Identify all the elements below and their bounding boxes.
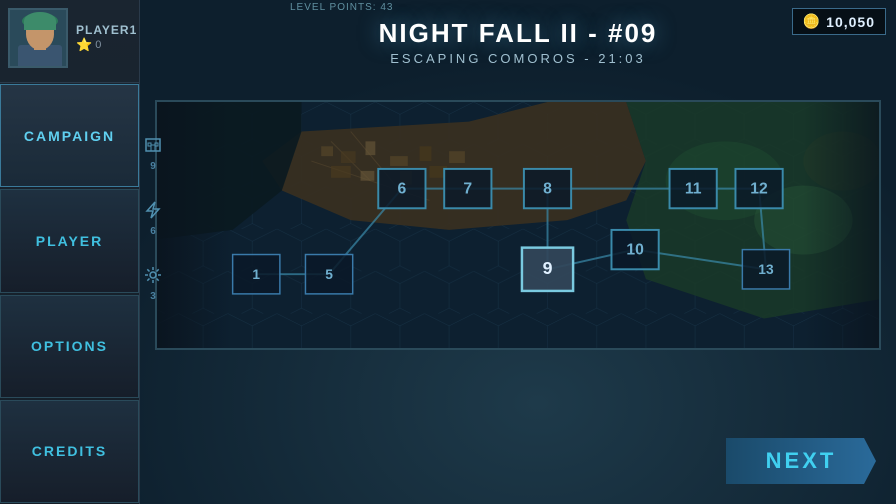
avatar — [8, 8, 68, 68]
svg-text:7: 7 — [463, 181, 472, 198]
rank-icon: ⭐ — [76, 37, 92, 53]
stat-energy: 6 — [138, 200, 168, 237]
svg-text:12: 12 — [750, 181, 768, 198]
svg-text:6: 6 — [398, 181, 407, 198]
player-info: PLAYER1 ⭐ 0 — [76, 23, 137, 53]
svg-text:9: 9 — [543, 258, 553, 278]
svg-text:5: 5 — [325, 267, 333, 282]
sidebar: PLAYER1 ⭐ 0 CAMPAIGN PLAYER OPTIONS CRED… — [0, 0, 140, 504]
currency-icon: 🪙 — [803, 13, 820, 30]
mission-title: NIGHT FALL II - #09 — [140, 18, 896, 49]
energy-value: 6 — [150, 226, 156, 237]
level-points: LEVEL POINTS: 43 — [290, 2, 393, 13]
rank-value: 0 — [95, 39, 101, 51]
gear-value: 3 — [150, 291, 156, 302]
currency-display: 🪙 10,050 — [792, 8, 886, 35]
stat-buildings: 9 — [138, 135, 168, 172]
player-header: PLAYER1 ⭐ 0 — [8, 8, 131, 68]
svg-text:1: 1 — [252, 267, 260, 282]
sidebar-item-credits[interactable]: CREDITS — [0, 400, 139, 503]
player-name: PLAYER1 — [76, 23, 137, 37]
svg-text:10: 10 — [626, 242, 644, 259]
buildings-value: 9 — [150, 161, 156, 172]
avatar-image — [10, 10, 68, 68]
main-content: LEVEL POINTS: 43 🪙 10,050 NIGHT FALL II … — [140, 0, 896, 504]
player-rank: ⭐ 0 — [76, 37, 137, 53]
map-container: 1 5 6 7 8 9 10 11 12 — [155, 100, 881, 350]
stat-indicators: 9 6 3 — [138, 135, 168, 302]
sidebar-item-options[interactable]: OPTIONS — [0, 295, 139, 398]
stat-gear: 3 — [138, 265, 168, 302]
next-button[interactable]: NEXT — [726, 438, 876, 484]
player-section: PLAYER1 ⭐ 0 — [0, 0, 139, 83]
sidebar-buttons: CAMPAIGN PLAYER OPTIONS CREDITS — [0, 83, 139, 504]
sidebar-item-player[interactable]: PLAYER — [0, 189, 139, 292]
buildings-icon — [143, 135, 163, 159]
currency-value: 10,050 — [826, 14, 875, 30]
mission-subtitle: ESCAPING COMOROS - 21:03 — [140, 51, 896, 66]
map-svg: 1 5 6 7 8 9 10 11 12 — [157, 102, 879, 348]
gear-icon — [143, 265, 163, 289]
svg-text:8: 8 — [543, 181, 552, 198]
svg-text:13: 13 — [758, 262, 774, 277]
energy-icon — [143, 200, 163, 224]
svg-text:11: 11 — [685, 181, 702, 198]
sidebar-item-campaign[interactable]: CAMPAIGN — [0, 84, 139, 187]
mission-title-area: NIGHT FALL II - #09 ESCAPING COMOROS - 2… — [140, 18, 896, 66]
